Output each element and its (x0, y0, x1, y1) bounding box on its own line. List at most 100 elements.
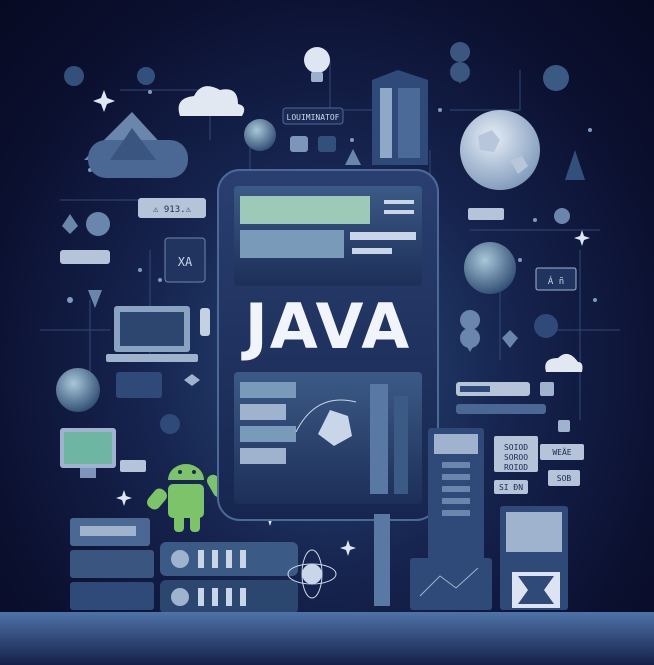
sparkle-dots-part (533, 218, 537, 222)
illustration-canvas-part (460, 386, 490, 392)
bottom-server-rack-part (198, 550, 204, 568)
globe-icon-part (460, 110, 540, 190)
left-orb-icon (56, 368, 100, 412)
pillar-icon (374, 514, 390, 606)
right-server-tower-part (434, 434, 478, 454)
android-robot-icon-part (190, 514, 200, 532)
sparkle-dots-part (67, 297, 73, 303)
star-icons-part (116, 490, 132, 506)
right-server-tower-part (442, 474, 470, 480)
code-small-a: SI ĐN (499, 483, 523, 492)
cloud-icon (178, 86, 245, 116)
bottom-left-server (70, 518, 154, 610)
slot-icon (60, 250, 110, 264)
bottom-left-server-part (80, 526, 136, 536)
hexagon-icons-part (137, 67, 155, 85)
bottom-right-machine-part (506, 512, 562, 552)
bottom-server-rack-part (240, 550, 246, 568)
floor (0, 612, 654, 665)
right-dot-icon (554, 208, 570, 224)
main-phone-device-part (384, 210, 414, 214)
star-icons-part (340, 540, 356, 556)
bottom-server-rack-part (212, 588, 218, 606)
android-robot-icon-part (168, 484, 204, 518)
android-robot-icon-part (192, 470, 196, 474)
code-small-b: WEÄE (552, 447, 571, 457)
badge-icon (543, 65, 569, 91)
top-tag-label: LOUIMINATOF (287, 113, 340, 122)
chip-icon-2 (318, 136, 336, 152)
monitor-icon-part (80, 468, 96, 478)
house-icon (84, 112, 188, 178)
triangle-icon (565, 150, 585, 180)
android-robot-icon (147, 464, 225, 532)
star-icons-part (574, 230, 590, 246)
right-diamond-icon (502, 330, 518, 348)
bottom-server-rack-part (226, 550, 232, 568)
lightbulb-icon (304, 47, 330, 82)
sparkle-dots-part (138, 268, 142, 272)
main-phone-device-part (240, 404, 286, 420)
android-robot-icon-part (178, 470, 182, 474)
lightbulb-icon-part (304, 47, 330, 73)
right-ring-icon (534, 314, 558, 338)
atom-icon-part (302, 564, 322, 584)
right-globe-icon (464, 242, 516, 294)
server-tower-icon-part (380, 88, 392, 158)
bottom-server-rack-part (212, 550, 218, 568)
main-phone-device-part (240, 426, 296, 442)
main-phone-device-part (240, 196, 370, 224)
lightbulb-icon-part (311, 72, 323, 82)
bottom-server-rack-part (198, 588, 204, 606)
bottom-left-server-part (70, 582, 154, 610)
sparkle-dots-part (593, 298, 597, 302)
sparkle-dots-part (158, 278, 162, 282)
globe-icon (460, 110, 540, 190)
main-phone-device-part (394, 396, 408, 494)
android-robot-icon-part (174, 514, 184, 532)
small-diamond-icon (184, 374, 200, 386)
star-icons-part (93, 90, 115, 112)
orb-icon (244, 119, 276, 151)
main-phone-device-part (240, 382, 296, 398)
tag-small (120, 460, 146, 472)
left-sign-label: XA (178, 255, 193, 269)
right-server-tower-part (442, 498, 470, 504)
illustration-canvas: LOUIMINATOF ⚠ 913.⚠ XA JAVA Á ñ SOIOD SO… (0, 42, 654, 665)
server-tower-icon (372, 70, 428, 165)
java-title: JAVA (241, 290, 412, 363)
main-phone-device-part (240, 230, 344, 258)
java-poster: LOUIMINATOF ⚠ 913.⚠ XA JAVA Á ñ SOIOD SO… (0, 0, 654, 665)
code-mid: SOROO (504, 453, 528, 462)
chip-icon (290, 136, 308, 152)
diamond-icon (62, 214, 78, 234)
sparkle-dots-part (588, 128, 592, 132)
sparkle-dots-part (148, 90, 152, 94)
small-circle-icon (160, 414, 180, 434)
bottom-server-rack-part (240, 588, 246, 606)
small-triangle-icon (345, 149, 361, 165)
server-tower-icon-part (398, 88, 420, 158)
android-robot-icon-part (168, 464, 204, 480)
hexagon-icons-part (64, 66, 84, 86)
main-phone-device-part (240, 448, 286, 464)
panel-small (116, 372, 162, 398)
usb-icon (200, 308, 210, 336)
hexagon-icons (64, 66, 155, 86)
bottom-server-rack-part (171, 550, 189, 568)
map-pin-icon-part (450, 62, 470, 82)
laptop-icon-part (106, 354, 198, 362)
right-sign-label: Á ñ (548, 275, 564, 287)
sparkle-dots-part (438, 108, 442, 112)
square-icon (558, 420, 570, 432)
bottom-server-rack (160, 542, 298, 614)
right-cloud-icon (545, 353, 583, 372)
sparkle-dots-part (350, 138, 354, 142)
bottom-left-server-part (70, 550, 154, 578)
right-server-tower-part (442, 486, 470, 492)
main-phone-device-part (350, 232, 416, 240)
right-server-tower-part (442, 462, 470, 468)
illustration-canvas-part (460, 328, 480, 348)
bottom-server-rack-part (171, 588, 189, 606)
laptop-icon-part (120, 312, 184, 346)
